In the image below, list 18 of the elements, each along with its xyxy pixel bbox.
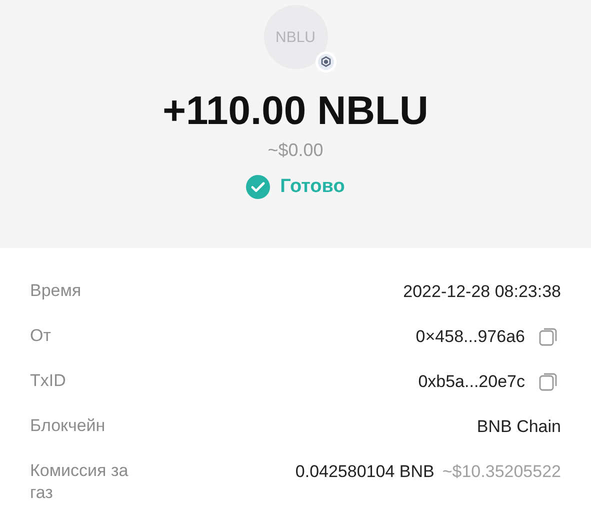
detail-value: 2022-12-28 08:23:38 — [403, 282, 561, 302]
fiat-value: ~$10.35205522 — [442, 462, 561, 482]
fiat-value: ~$0.00 — [268, 140, 324, 161]
detail-label: Время — [30, 280, 82, 302]
chain-badge-icon — [314, 51, 336, 73]
status-label: Готово — [280, 176, 345, 198]
detail-label: TxID — [30, 370, 67, 392]
amount: +110.00 NBLU — [162, 89, 428, 134]
detail-value: 0xb5a...20e7c — [418, 372, 525, 392]
detail-value: 0×458...976a6 — [416, 327, 525, 347]
detail-value: BNB Chain — [476, 417, 561, 437]
detail-value: 0.042580104 BNB — [295, 462, 434, 482]
detail-label: Блокчейн — [30, 415, 106, 437]
detail-label: Комиссия за газ — [30, 460, 130, 504]
check-circle-icon — [246, 175, 270, 199]
copy-icon[interactable] — [539, 328, 557, 346]
detail-label: От — [30, 325, 52, 347]
copy-icon[interactable] — [539, 373, 557, 391]
